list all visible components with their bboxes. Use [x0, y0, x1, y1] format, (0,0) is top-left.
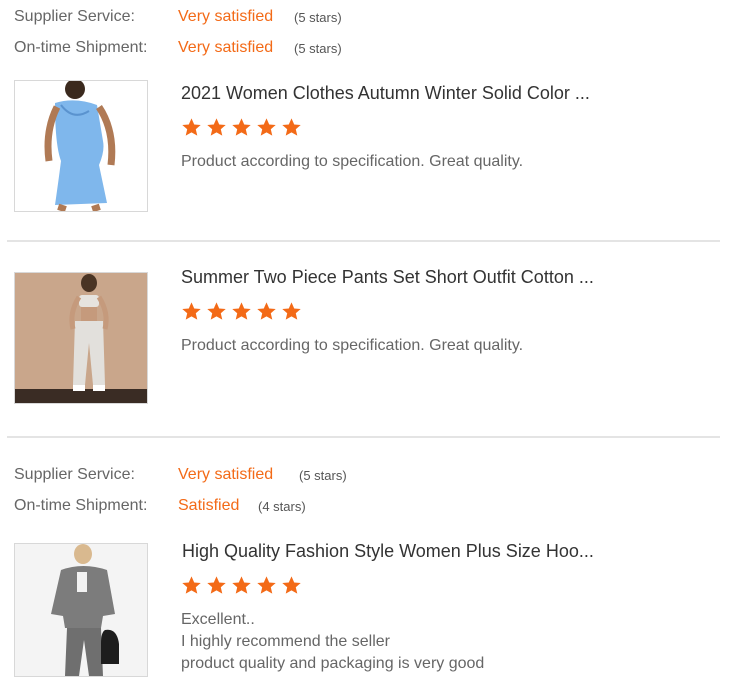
supplier-service-stars: (5 stars): [294, 10, 342, 25]
star-icon: [282, 118, 301, 136]
review-3-title[interactable]: High Quality Fashion Style Women Plus Si…: [182, 541, 594, 562]
ontime-shipment-label: On-time Shipment:: [14, 39, 148, 56]
review-3-stars: [181, 575, 302, 596]
star-icon: [207, 302, 226, 320]
review-3-text: Excellent.. I highly recommend the selle…: [181, 609, 484, 675]
review-1-text-line: Product according to specification. Grea…: [181, 153, 524, 170]
star-icon: [182, 576, 201, 594]
product-image-two-piece-set[interactable]: [14, 272, 148, 404]
star-icon: [257, 576, 276, 594]
ontime-shipment-label: On-time Shipment:: [14, 497, 148, 514]
review-3-text-line: Excellent..: [181, 611, 255, 628]
review-3-text-line: product quality and packaging is very go…: [181, 655, 485, 672]
star-icon: [207, 118, 226, 136]
review-2-text: Product according to specification. Grea…: [181, 335, 523, 357]
review-1-title[interactable]: 2021 Women Clothes Autumn Winter Solid C…: [181, 83, 590, 104]
review-1-text: Product according to specification. Grea…: [181, 151, 523, 173]
product-image-dress[interactable]: [14, 80, 148, 212]
star-icon: [282, 302, 301, 320]
supplier-service-value: Very satisfied: [178, 466, 274, 483]
star-icon: [232, 576, 251, 594]
supplier-service-label: Supplier Service:: [14, 8, 135, 25]
star-icon: [182, 302, 201, 320]
star-icon: [182, 118, 201, 136]
ontime-shipment-stars: (4 stars): [258, 499, 306, 514]
star-icon: [257, 118, 276, 136]
star-icon: [257, 302, 276, 320]
star-icon: [232, 118, 251, 136]
ontime-shipment-value: Very satisfied: [178, 39, 274, 56]
review-2-stars: [181, 301, 302, 322]
review-2-title[interactable]: Summer Two Piece Pants Set Short Outfit …: [181, 267, 594, 288]
product-image-hoodie-set[interactable]: [14, 543, 148, 677]
divider: [7, 240, 720, 242]
supplier-service-value: Very satisfied: [178, 8, 274, 25]
review-1-stars: [181, 117, 302, 138]
supplier-service-label: Supplier Service:: [14, 466, 135, 483]
star-icon: [232, 302, 251, 320]
divider: [7, 436, 720, 438]
review-2-text-line: Product according to specification. Grea…: [181, 337, 524, 354]
ontime-shipment-value: Satisfied: [178, 497, 240, 514]
star-icon: [207, 576, 226, 594]
review-3-text-line: I highly recommend the seller: [181, 633, 390, 650]
ontime-shipment-stars: (5 stars): [294, 41, 342, 56]
supplier-service-stars: (5 stars): [299, 468, 347, 483]
star-icon: [282, 576, 301, 594]
